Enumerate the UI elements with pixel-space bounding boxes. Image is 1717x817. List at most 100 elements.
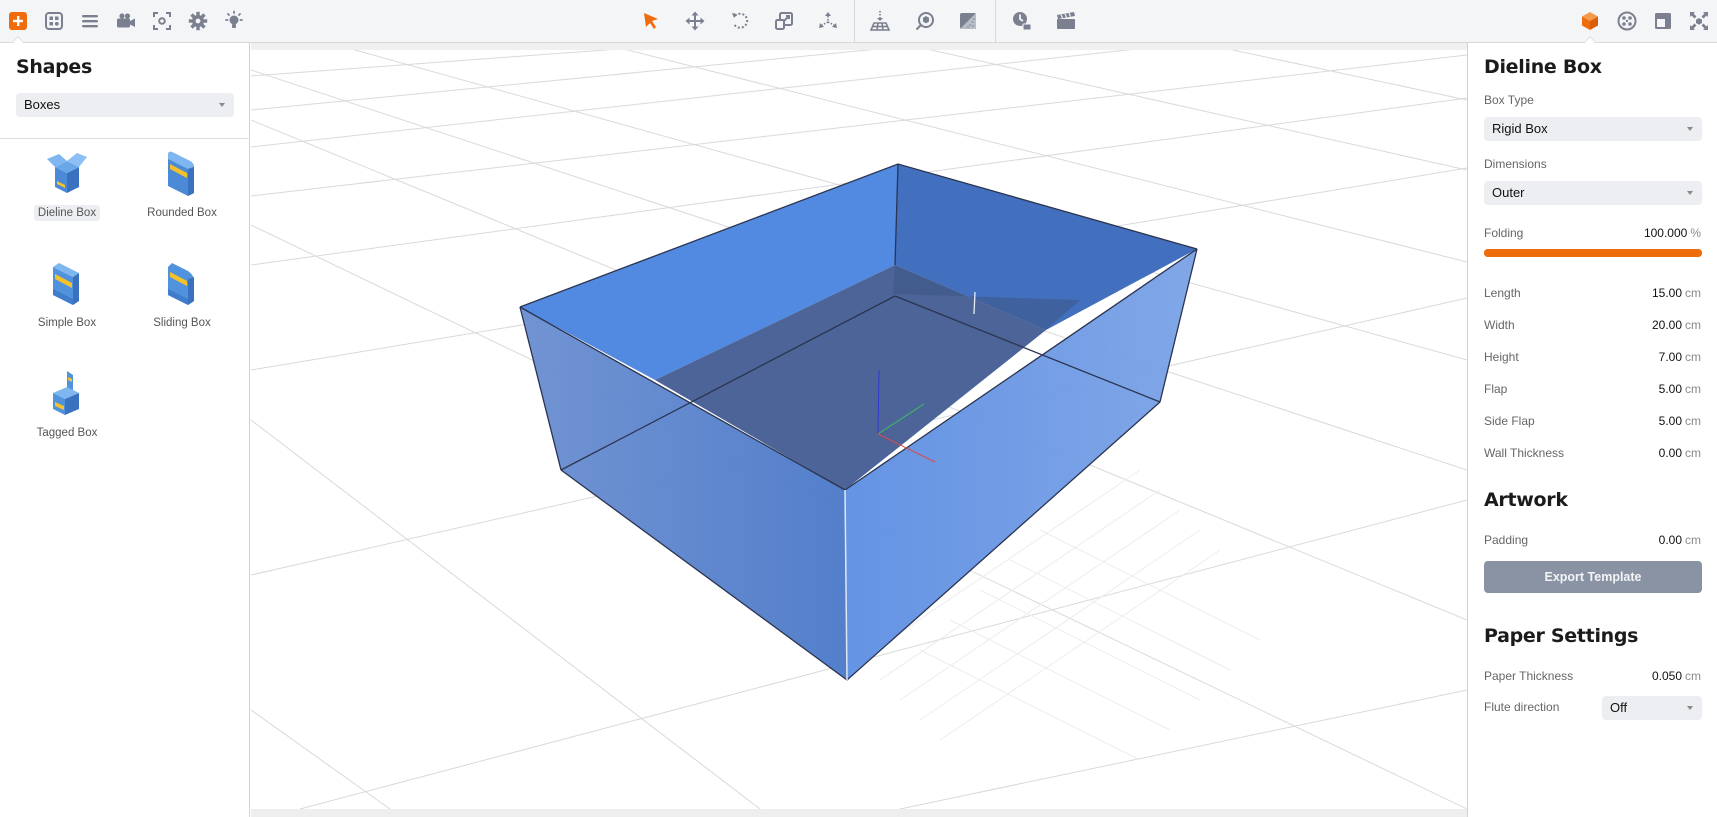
properties-title: Dieline Box — [1484, 56, 1602, 78]
fullscreen-icon[interactable] — [1685, 7, 1713, 35]
box-3d-icon[interactable] — [1576, 7, 1604, 35]
shape-label: Simple Box — [37, 317, 97, 329]
field-unit: cm — [1685, 350, 1701, 364]
field-number: 7.00 — [1658, 350, 1682, 364]
folding-unit: % — [1690, 226, 1701, 240]
paper-thickness-label: Paper Thickness — [1484, 669, 1574, 683]
camera-icon[interactable] — [112, 7, 140, 35]
padding-value[interactable]: 0.00 cm — [1659, 533, 1701, 547]
field-number: 5.00 — [1658, 414, 1682, 428]
move-icon[interactable] — [681, 7, 709, 35]
field-unit: cm — [1685, 414, 1701, 428]
folding-slider-fill — [1484, 249, 1702, 257]
3d-viewport[interactable] — [251, 43, 1467, 809]
top-toolbar — [0, 0, 1717, 44]
horizontal-scrollbar[interactable] — [251, 809, 1467, 817]
export-template-button[interactable]: Export Template — [1484, 561, 1702, 593]
tagged-box-icon — [53, 371, 79, 415]
shape-category-value: Boxes — [24, 97, 61, 112]
chevron-down-icon — [1687, 706, 1693, 710]
dimensions-label: Dimensions — [1484, 157, 1547, 171]
viewport-scene — [251, 43, 1467, 809]
field-unit: cm — [1685, 286, 1701, 300]
divider — [0, 138, 250, 139]
add-icon[interactable] — [4, 7, 32, 35]
field-number: 0.00 — [1658, 446, 1682, 460]
shape-category-select[interactable]: Boxes — [16, 93, 234, 117]
dimensions-value: Outer — [1492, 185, 1525, 200]
flute-direction-label: Flute direction — [1484, 700, 1560, 714]
sliding-box-icon — [168, 263, 194, 305]
padding-label: Padding — [1484, 533, 1529, 547]
thickness-number: 0.050 — [1651, 669, 1682, 683]
clapperboard-icon[interactable] — [1052, 7, 1080, 35]
field-unit: cm — [1685, 382, 1701, 396]
shapes-title: Shapes — [16, 56, 93, 78]
box-type-label: Box Type — [1484, 93, 1534, 107]
rounded-box-icon — [168, 151, 194, 196]
field-label: Width — [1484, 318, 1515, 332]
shape-label: Dieline Box — [33, 205, 101, 221]
field-number: 15.00 — [1651, 286, 1682, 300]
shape-label: Tagged Box — [36, 427, 98, 439]
paper-thickness-value[interactable]: 0.050 cm — [1652, 669, 1701, 683]
simple-box-icon — [53, 263, 79, 305]
wall-thickness-value[interactable]: 0.00 cm — [1659, 446, 1701, 460]
shape-simple-box[interactable]: Simple Box — [12, 259, 122, 349]
folding-value[interactable]: 100.000% — [1644, 226, 1701, 240]
field-label: Flap — [1484, 382, 1508, 396]
screenshot-icon[interactable] — [148, 7, 176, 35]
shape-tagged-box[interactable]: Tagged Box — [12, 369, 122, 459]
field-number: 20.00 — [1651, 318, 1682, 332]
app-window: Shapes Boxes Dieline Box Rounded Box Sim… — [0, 0, 1717, 817]
menu-icon[interactable] — [76, 7, 104, 35]
padding-number: 0.00 — [1658, 533, 1682, 547]
thickness-unit: cm — [1685, 669, 1701, 683]
folding-slider[interactable] — [1484, 249, 1702, 257]
field-unit: cm — [1685, 446, 1701, 460]
width-value[interactable]: 20.00 cm — [1652, 318, 1701, 332]
material-icon[interactable] — [954, 7, 982, 35]
shape-sliding-box[interactable]: Sliding Box — [127, 259, 237, 349]
field-label: Wall Thickness — [1484, 446, 1565, 460]
zoom-to-object-icon[interactable] — [911, 7, 939, 35]
flap-value[interactable]: 5.00 cm — [1659, 382, 1701, 396]
gear-icon[interactable] — [184, 7, 212, 35]
select-arrow-icon[interactable] — [637, 7, 665, 35]
rotate-icon[interactable] — [726, 7, 754, 35]
height-value[interactable]: 7.00 cm — [1659, 350, 1701, 364]
animation-timer-icon[interactable] — [1008, 7, 1036, 35]
field-number: 5.00 — [1658, 382, 1682, 396]
shapes-panel: Shapes Boxes Dieline Box Rounded Box Sim… — [0, 43, 250, 817]
artwork-title: Artwork — [1484, 489, 1568, 511]
box-type-select[interactable]: Rigid Box — [1484, 117, 1702, 141]
field-label: Side Flap — [1484, 414, 1535, 428]
field-label: Height — [1484, 350, 1519, 364]
light-icon[interactable] — [220, 7, 248, 35]
dimensions-select[interactable]: Outer — [1484, 181, 1702, 205]
scale-icon[interactable] — [770, 7, 798, 35]
field-unit: cm — [1685, 318, 1701, 332]
shape-label: Sliding Box — [153, 317, 211, 329]
shape-dieline-box[interactable]: Dieline Box — [12, 149, 122, 239]
shape-label: Rounded Box — [147, 207, 217, 219]
chevron-down-icon — [219, 103, 225, 107]
viewport-top-band — [251, 43, 1467, 50]
chevron-down-icon — [1687, 191, 1693, 195]
flute-direction-select[interactable]: Off — [1602, 696, 1702, 720]
side-flap-value[interactable]: 5.00 cm — [1659, 414, 1701, 428]
folding-label: Folding — [1484, 226, 1524, 240]
flute-direction-value: Off — [1610, 700, 1628, 715]
properties-panel: Dieline Box Box Type Rigid Box Dimension… — [1467, 43, 1717, 817]
panel-layout-icon[interactable] — [1649, 7, 1677, 35]
texture-ball-icon[interactable] — [1613, 7, 1641, 35]
length-value[interactable]: 15.00 cm — [1652, 286, 1701, 300]
toolbar-separator — [995, 0, 996, 43]
paper-settings-title: Paper Settings — [1484, 625, 1639, 647]
dieline-box-icon — [47, 153, 87, 193]
box-type-value: Rigid Box — [1492, 121, 1548, 136]
explode-icon[interactable] — [814, 7, 842, 35]
grid-icon[interactable] — [40, 7, 68, 35]
drop-to-floor-icon[interactable] — [866, 7, 894, 35]
shape-rounded-box[interactable]: Rounded Box — [127, 149, 237, 239]
